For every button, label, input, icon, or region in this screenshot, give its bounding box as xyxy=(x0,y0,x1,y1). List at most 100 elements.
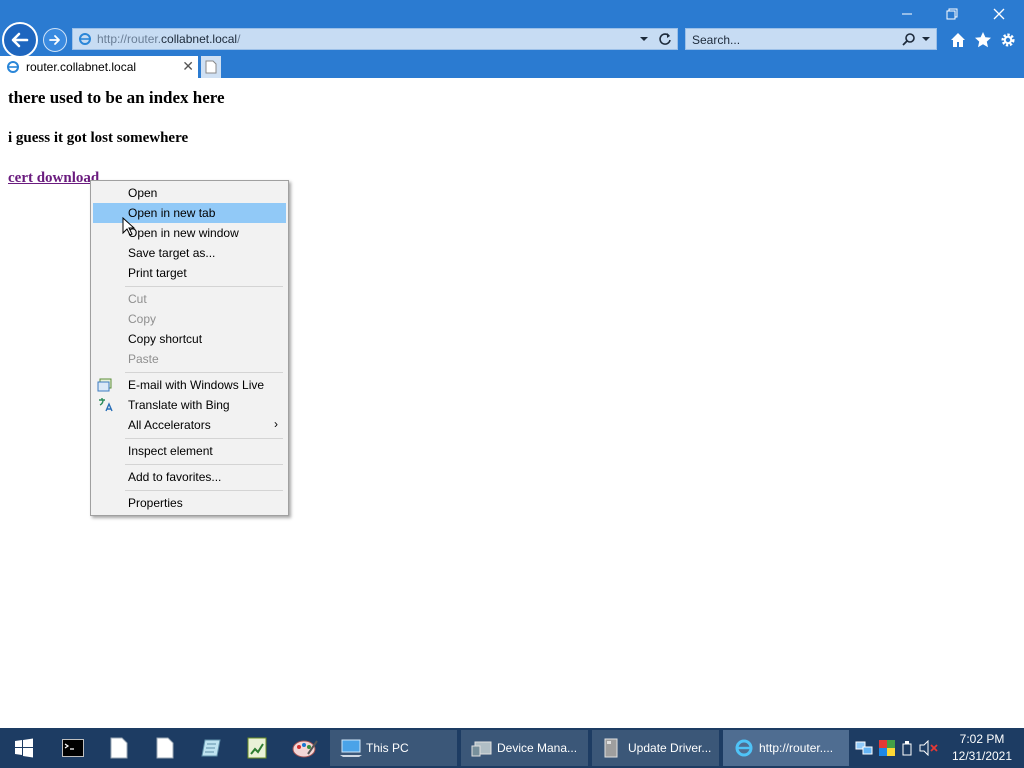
taskbar-cmd[interactable] xyxy=(58,728,88,768)
computer-icon xyxy=(340,739,362,757)
menu-separator xyxy=(125,372,283,373)
menu-item-inspect-element[interactable]: Inspect element xyxy=(93,441,286,461)
taskbar: This PC Device Mana... Update Driver... … xyxy=(0,728,1024,768)
cert-download-link[interactable]: cert download xyxy=(8,170,99,187)
home-icon xyxy=(951,33,965,47)
menu-item-label: All Accelerators xyxy=(128,418,211,432)
search-placeholder: Search... xyxy=(692,33,741,47)
task-device-manager[interactable]: Device Mana... xyxy=(461,730,588,766)
menu-item-label: Copy xyxy=(128,312,157,326)
clock-date: 12/31/2021 xyxy=(951,749,1013,763)
file-icon xyxy=(156,737,174,759)
windows-logo-icon xyxy=(15,738,33,758)
menu-item-label: Paste xyxy=(128,352,159,366)
task-label: Device Mana... xyxy=(497,741,578,755)
menu-item-email-windows-live[interactable]: E-mail with Windows Live xyxy=(93,375,286,395)
submenu-arrow-icon: › xyxy=(274,417,278,431)
device-manager-icon xyxy=(471,741,492,757)
star-icon xyxy=(975,32,991,48)
menu-item-label: Properties xyxy=(128,496,183,510)
taskbar-notepad[interactable] xyxy=(196,728,226,768)
menu-item-label: Cut xyxy=(128,292,147,306)
minimize-icon xyxy=(902,13,912,15)
task-internet-explorer[interactable]: http://router.... xyxy=(723,730,849,766)
gear-icon xyxy=(1001,33,1015,47)
menu-item-save-target[interactable]: Save target as... xyxy=(93,243,286,263)
arrow-left-icon xyxy=(11,32,29,48)
usb-device-icon[interactable] xyxy=(901,740,913,756)
close-icon xyxy=(993,8,1005,20)
task-label: http://router.... xyxy=(759,741,834,755)
paint-palette-icon xyxy=(292,740,318,758)
taskbar-file-1[interactable] xyxy=(104,728,134,768)
menu-item-print-target[interactable]: Print target xyxy=(93,263,286,283)
menu-item-label: Open xyxy=(128,186,158,200)
browser-titlebar: http://router.collabnet.local/ Search...… xyxy=(0,0,1024,78)
close-tab-icon[interactable]: ✕ xyxy=(182,58,194,75)
ie-tab-icon xyxy=(7,61,19,73)
address-url: http://router.collabnet.local/ xyxy=(97,32,241,46)
task-label: This PC xyxy=(366,741,409,755)
address-dropdown-icon[interactable] xyxy=(639,34,649,44)
task-label: Update Driver... xyxy=(628,741,712,755)
menu-item-label: E-mail with Windows Live xyxy=(128,378,265,392)
clock[interactable]: 7:02 PM 12/31/2021 xyxy=(946,731,1018,765)
new-tab-icon xyxy=(205,60,217,74)
display-color-icon[interactable] xyxy=(879,740,895,756)
menu-item-label: Open in new tab xyxy=(128,206,216,220)
refresh-icon[interactable] xyxy=(658,32,672,46)
new-tab-button[interactable] xyxy=(201,56,221,78)
network-icon[interactable] xyxy=(855,740,873,756)
back-button[interactable] xyxy=(2,22,38,58)
forward-button[interactable] xyxy=(43,28,67,52)
search-icon[interactable] xyxy=(902,32,916,46)
address-bar[interactable]: http://router.collabnet.local/ xyxy=(72,28,678,50)
menu-item-copy[interactable]: Copy xyxy=(93,309,286,329)
favorites-button[interactable] xyxy=(973,30,993,50)
menu-item-translate-bing[interactable]: Translate with Bing xyxy=(93,395,286,415)
menu-item-open[interactable]: Open xyxy=(93,183,286,203)
menu-separator xyxy=(125,490,283,491)
tab-title: router.collabnet.local xyxy=(26,60,137,74)
menu-item-properties[interactable]: Properties xyxy=(93,493,286,513)
context-menu: Open Open in new tab Open in new window … xyxy=(90,180,289,516)
menu-item-add-favorites[interactable]: Add to favorites... xyxy=(93,467,286,487)
notepad-icon xyxy=(201,739,221,757)
search-box[interactable]: Search... xyxy=(685,28,937,50)
menu-item-label: Translate with Bing xyxy=(128,398,230,412)
settings-button[interactable] xyxy=(998,30,1018,50)
page-subheading: i guess it got lost somewhere xyxy=(8,130,189,146)
menu-item-label: Open in new window xyxy=(128,226,239,240)
taskbar-paint[interactable] xyxy=(288,728,322,768)
search-dropdown-icon[interactable] xyxy=(921,34,931,44)
task-this-pc[interactable]: This PC xyxy=(330,730,457,766)
terminal-icon xyxy=(62,739,84,757)
menu-item-label: Inspect element xyxy=(128,444,213,458)
volume-muted-icon[interactable] xyxy=(919,740,939,756)
menu-item-paste[interactable]: Paste xyxy=(93,349,286,369)
close-window-button[interactable] xyxy=(979,4,1019,24)
driver-icon xyxy=(604,738,618,758)
menu-item-all-accelerators[interactable]: All Accelerators › xyxy=(93,415,286,435)
system-tray xyxy=(855,728,943,768)
start-button[interactable] xyxy=(8,728,40,768)
internet-explorer-icon xyxy=(735,739,753,757)
restore-icon xyxy=(946,8,958,20)
chart-file-icon xyxy=(247,737,267,759)
home-button[interactable] xyxy=(948,30,968,50)
taskbar-chart-app[interactable] xyxy=(242,728,272,768)
translate-icon xyxy=(99,398,113,412)
minimize-button[interactable] xyxy=(887,4,927,24)
browser-tab[interactable]: router.collabnet.local ✕ xyxy=(0,56,198,78)
restore-button[interactable] xyxy=(932,4,972,24)
menu-item-label: Copy shortcut xyxy=(128,332,203,346)
menu-separator xyxy=(125,286,283,287)
menu-item-label: Save target as... xyxy=(128,246,216,260)
clock-time: 7:02 PM xyxy=(959,732,1005,746)
menu-item-cut[interactable]: Cut xyxy=(93,289,286,309)
menu-item-label: Add to favorites... xyxy=(128,470,222,484)
mouse-cursor-icon xyxy=(122,217,136,236)
taskbar-file-2[interactable] xyxy=(150,728,180,768)
task-update-driver[interactable]: Update Driver... xyxy=(592,730,719,766)
menu-item-copy-shortcut[interactable]: Copy shortcut xyxy=(93,329,286,349)
